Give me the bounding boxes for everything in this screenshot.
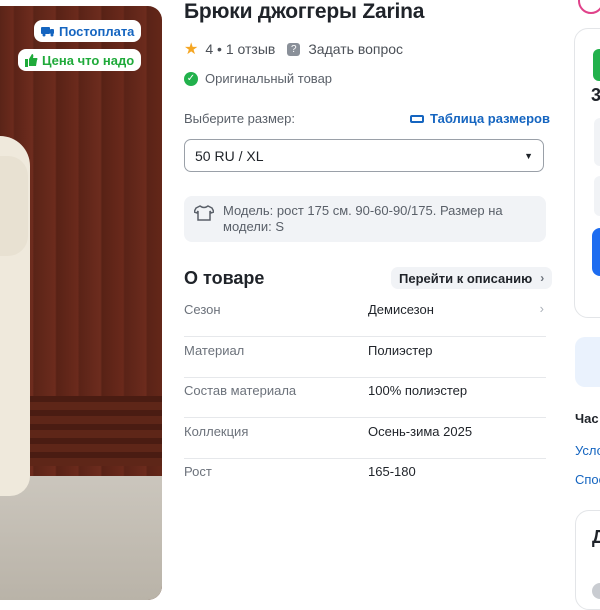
rating-row: ★ 4 • 1 отзыв ? Задать вопрос — [184, 39, 403, 59]
truck-icon — [41, 27, 54, 37]
question-icon: ? — [287, 42, 301, 56]
to-description-label: Перейти к описанию — [399, 270, 533, 286]
product-photo[interactable] — [0, 6, 162, 600]
fair-price-label: Цена что надо — [42, 52, 135, 68]
spec-row: Коллекция Осень-зима 2025 — [184, 418, 546, 459]
fair-price-badge: Цена что надо — [18, 49, 142, 71]
size-select[interactable]: 50 RU / XL ▼ — [184, 139, 544, 172]
spec-value: 165-180 — [368, 464, 416, 479]
thumbs-up-icon — [25, 53, 38, 67]
spec-value: Демисезон — [368, 302, 434, 317]
ask-question-label: Задать вопрос — [308, 41, 404, 57]
original-label: Оригинальный товар — [205, 71, 333, 86]
info-block — [575, 337, 600, 387]
size-label: Выберите размер: — [184, 111, 295, 126]
add-to-cart-button[interactable] — [592, 228, 600, 276]
check-icon: ✓ — [184, 71, 198, 86]
size-table-link[interactable]: Таблица размеров — [410, 111, 550, 126]
to-description-button[interactable]: Перейти к описанию › — [391, 267, 553, 289]
price-partial: 3 — [591, 85, 600, 105]
spec-key: Материал — [184, 343, 245, 358]
spec-key: Рост — [184, 464, 212, 479]
photo-figure-arm — [0, 156, 28, 256]
spec-row[interactable]: Сезон Демисезон › — [184, 296, 546, 337]
option-button[interactable] — [594, 176, 600, 216]
about-title: О товаре — [184, 268, 265, 288]
delivery-card-title: Д — [592, 527, 600, 547]
size-selected-value: 50 RU / XL — [195, 147, 264, 164]
product-title: Брюки джоггеры Zarina — [184, 0, 425, 23]
spec-value: Осень-зима 2025 — [368, 424, 473, 439]
spec-key: Сезон — [184, 302, 221, 317]
spec-row: Состав материала 100% полиэстер — [184, 377, 546, 418]
faq-link[interactable]: Спос — [575, 472, 600, 487]
postpay-badge: Постоплата — [34, 20, 142, 42]
caret-down-icon: ▼ — [524, 150, 533, 161]
reviews-link[interactable]: 1 отзыв — [226, 41, 276, 57]
faq-link[interactable]: Усло — [575, 443, 600, 458]
spec-key: Состав материала — [184, 383, 297, 398]
spec-value: Полиэстер — [368, 343, 433, 358]
option-button[interactable] — [594, 118, 600, 166]
chevron-right-icon: › — [540, 271, 545, 285]
spec-key: Коллекция — [184, 424, 249, 439]
rating-separator: • — [213, 41, 226, 57]
chevron-right-icon: › — [539, 301, 544, 316]
photo-floor — [0, 476, 162, 600]
postpay-label: Постоплата — [59, 23, 135, 39]
model-info: Модель: рост 175 см. 90-60-90/175. Разме… — [184, 196, 546, 242]
spec-row: Материал Полиэстер — [184, 337, 546, 378]
faq-heading: Час — [575, 411, 599, 426]
price-badge — [593, 49, 600, 81]
original-badge: ✓ Оригинальный товар — [184, 71, 332, 86]
ruler-icon — [410, 114, 424, 123]
shirt-icon — [194, 205, 214, 221]
star-icon: ★ — [184, 41, 199, 58]
size-table-label: Таблица размеров — [430, 111, 550, 126]
spec-row: Рост 165-180 — [184, 458, 546, 498]
rating-value: 4 — [205, 41, 214, 57]
favorite-button[interactable] — [578, 0, 600, 14]
spec-value: 100% полиэстер — [368, 383, 468, 398]
model-info-text: Модель: рост 175 см. 90-60-90/175. Разме… — [223, 203, 503, 234]
ask-question-button[interactable]: ? Задать вопрос — [287, 41, 403, 57]
